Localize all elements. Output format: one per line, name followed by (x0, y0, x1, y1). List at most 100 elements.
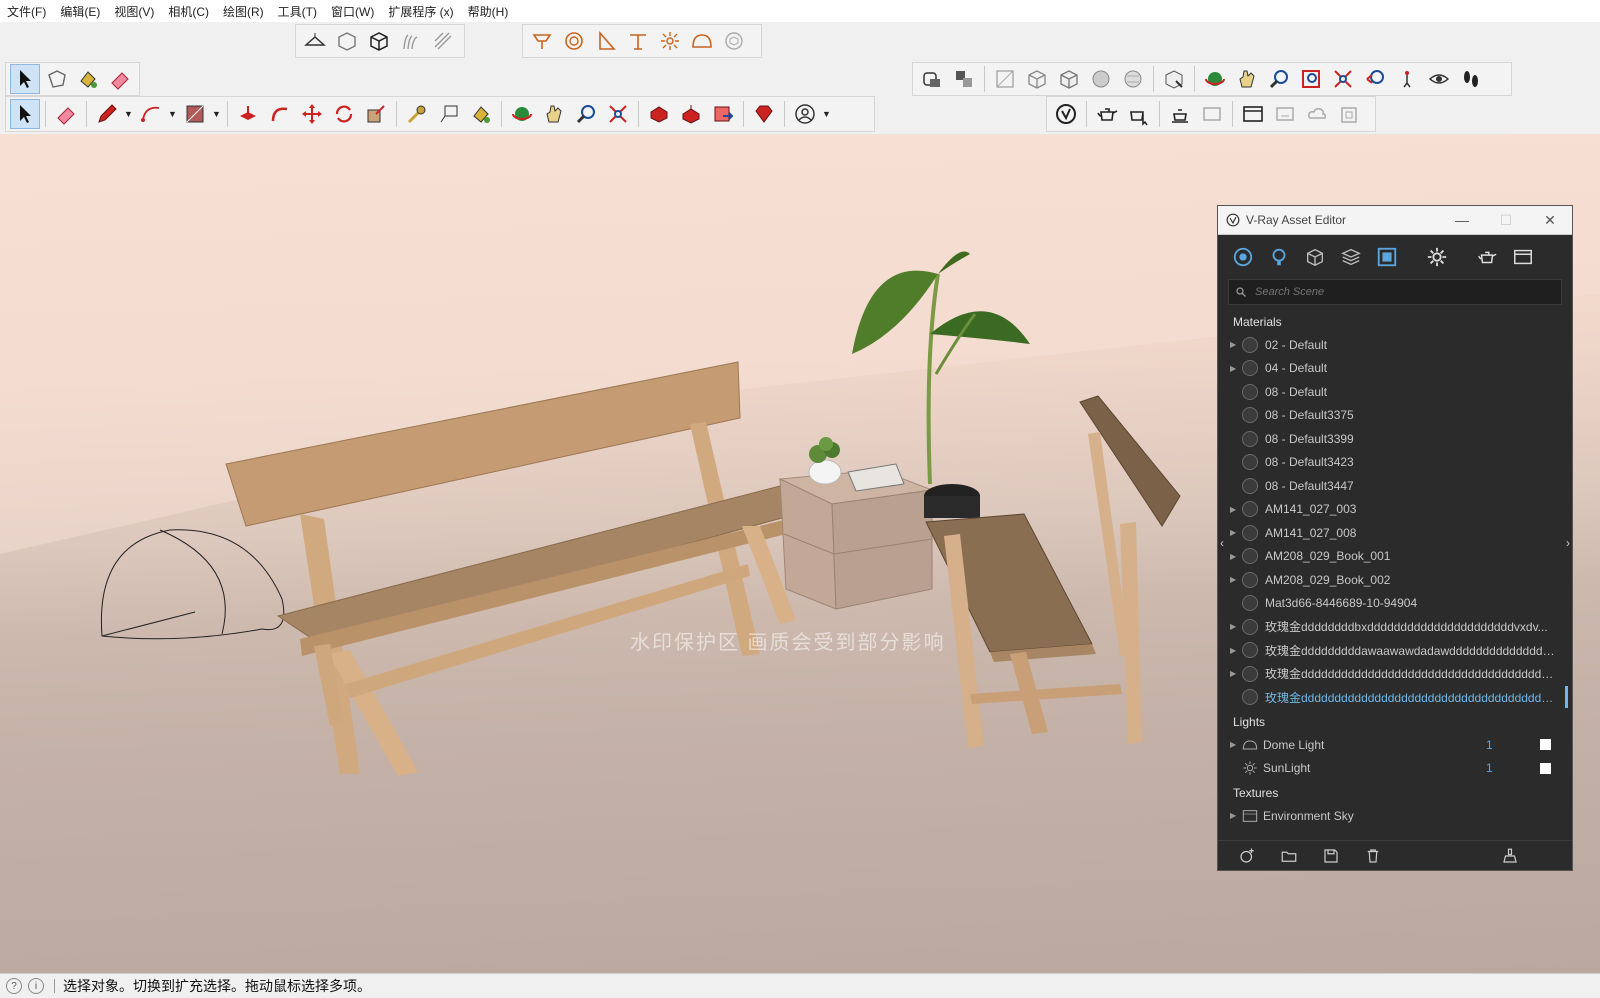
camera-orbit-icon[interactable] (1200, 64, 1230, 94)
maximize-icon[interactable]: ☐ (1484, 212, 1528, 229)
follow-me-icon[interactable] (265, 99, 295, 129)
eraser-tool-icon[interactable] (51, 99, 81, 129)
vray-mesh-icon[interactable] (364, 26, 394, 56)
list-item[interactable]: ▶ AM141_027_003 (1218, 498, 1572, 522)
rect-light-icon[interactable] (527, 26, 557, 56)
mesh-light-icon[interactable] (719, 26, 749, 56)
vray-logo-icon[interactable] (1051, 99, 1081, 129)
textures-tab-icon[interactable] (1374, 244, 1400, 270)
frame-buffer-icon[interactable] (1510, 244, 1536, 270)
list-item[interactable]: 08 - Default3423 (1218, 451, 1572, 475)
vray-plane-icon[interactable] (300, 26, 330, 56)
vray-fur-icon[interactable] (396, 26, 426, 56)
expand-arrow-icon[interactable]: ▶ (1230, 505, 1242, 514)
list-item[interactable]: ▶ AM208_029_Book_001 (1218, 545, 1572, 569)
wireframe-icon[interactable] (1022, 64, 1052, 94)
section-plane-icon[interactable] (917, 64, 947, 94)
cloud-icon[interactable] (1302, 99, 1332, 129)
eraser-icon[interactable] (105, 64, 135, 94)
expand-arrow-icon[interactable]: ▶ (1230, 669, 1242, 678)
pencil-dropdown-icon[interactable]: ▼ (124, 109, 134, 119)
list-item[interactable]: ▶ 玫瑰金dddddddddawaawawdadawddddddddddddddd… (1218, 639, 1572, 663)
expand-arrow-icon[interactable]: ▶ (1230, 646, 1242, 655)
light-toggle-checkbox[interactable] (1540, 762, 1551, 774)
menu-extensions[interactable]: 扩展程序 (x) (381, 3, 460, 20)
text-label-icon[interactable] (434, 99, 464, 129)
menu-file[interactable]: 文件(F) (0, 3, 53, 20)
vray-proxy-icon[interactable] (332, 26, 362, 56)
geometry-tab-icon[interactable] (1302, 244, 1328, 270)
interactive-render-icon[interactable] (1124, 99, 1154, 129)
pan-icon[interactable] (539, 99, 569, 129)
list-item[interactable]: ▶ 02 - Default (1218, 333, 1572, 357)
expand-arrow-icon[interactable]: ▶ (1230, 552, 1242, 561)
render-teapot-icon[interactable] (1092, 99, 1122, 129)
rectangle-icon[interactable] (180, 99, 210, 129)
info-icon[interactable]: i (28, 978, 44, 994)
arc-dropdown-icon[interactable]: ▼ (168, 109, 178, 119)
rotate-icon[interactable] (329, 99, 359, 129)
camera-zoom-icon[interactable] (1264, 64, 1294, 94)
ies-light-icon[interactable] (623, 26, 653, 56)
push-pull-icon[interactable] (233, 99, 263, 129)
expand-arrow-icon[interactable]: ▶ (1230, 340, 1242, 349)
list-item[interactable]: ▶ 玫瑰金dddddddddddddddddddddddddddddddddddd… (1218, 662, 1572, 686)
account-dropdown-icon[interactable]: ▼ (822, 109, 832, 119)
scale-icon[interactable] (361, 99, 391, 129)
monochrome-icon[interactable] (1159, 64, 1189, 94)
close-icon[interactable]: ✕ (1528, 212, 1572, 229)
paint-tool-icon[interactable] (466, 99, 496, 129)
menu-tools[interactable]: 工具(T) (271, 3, 324, 20)
open-folder-icon[interactable] (1280, 847, 1298, 865)
minimize-icon[interactable]: — (1440, 212, 1484, 228)
list-item[interactable]: 08 - Default3399 (1218, 427, 1572, 451)
component-icon[interactable] (42, 64, 72, 94)
sphere-light-icon[interactable] (559, 26, 589, 56)
tape-measure-icon[interactable] (402, 99, 432, 129)
expand-arrow-icon[interactable]: ▶ (1230, 622, 1242, 631)
menu-draw[interactable]: 绘图(R) (216, 3, 271, 20)
batch-render-icon[interactable] (1197, 99, 1227, 129)
expand-arrow-icon[interactable]: ▶ (1230, 811, 1242, 820)
shaded-icon[interactable] (1086, 64, 1116, 94)
list-item[interactable]: 08 - Default (1218, 380, 1572, 404)
list-item[interactable]: SunLight 1 (1218, 757, 1572, 781)
purge-icon[interactable] (1501, 847, 1519, 865)
expand-arrow-icon[interactable]: ▶ (1230, 575, 1242, 584)
share-model-icon[interactable] (676, 99, 706, 129)
account-icon[interactable] (790, 99, 820, 129)
render-cloud-icon[interactable] (1165, 99, 1195, 129)
hidden-line-icon[interactable] (1054, 64, 1084, 94)
list-item[interactable]: ▶ Dome Light 1 (1218, 733, 1572, 757)
look-around-icon[interactable] (1424, 64, 1454, 94)
expand-arrow-icon[interactable]: ▶ (1230, 364, 1242, 373)
settings-tab-icon[interactable] (1424, 244, 1450, 270)
arc-icon[interactable] (136, 99, 166, 129)
warehouse-icon[interactable] (644, 99, 674, 129)
list-item[interactable]: Mat3d66-8446689-10-94904 (1218, 592, 1572, 616)
list-item[interactable]: ▶ AM208_029_Book_002 (1218, 568, 1572, 592)
extension-warehouse-icon[interactable] (708, 99, 738, 129)
render-elements-tab-icon[interactable] (1338, 244, 1364, 270)
list-item-selected[interactable]: 玫瑰金ddddddddddddddddddddddddddddddddddddd… (1218, 686, 1572, 710)
list-item[interactable]: 08 - Default3375 (1218, 404, 1572, 428)
light-toggle-checkbox[interactable] (1540, 739, 1551, 751)
rectangle-dropdown-icon[interactable]: ▼ (212, 109, 222, 119)
bake-icon[interactable] (1334, 99, 1364, 129)
expand-arrow-icon[interactable]: ▶ (1230, 528, 1242, 537)
dome-light-icon[interactable] (687, 26, 717, 56)
list-item[interactable]: ▶ AM141_027_008 (1218, 521, 1572, 545)
shaded-textures-icon[interactable] (1118, 64, 1148, 94)
previous-view-icon[interactable] (1360, 64, 1390, 94)
expand-arrow-icon[interactable]: ▶ (1230, 740, 1242, 749)
search-input[interactable] (1253, 285, 1537, 299)
frame-buffer-icon[interactable] (1238, 99, 1268, 129)
omni-light-icon[interactable] (655, 26, 685, 56)
zoom-extents-icon[interactable] (603, 99, 633, 129)
display-section-icon[interactable] (949, 64, 979, 94)
lightmix-icon[interactable] (1270, 99, 1300, 129)
pencil-icon[interactable] (92, 99, 122, 129)
spot-light-icon[interactable] (591, 26, 621, 56)
scrollbar-thumb[interactable] (1565, 686, 1568, 708)
delete-icon[interactable] (1364, 847, 1382, 865)
